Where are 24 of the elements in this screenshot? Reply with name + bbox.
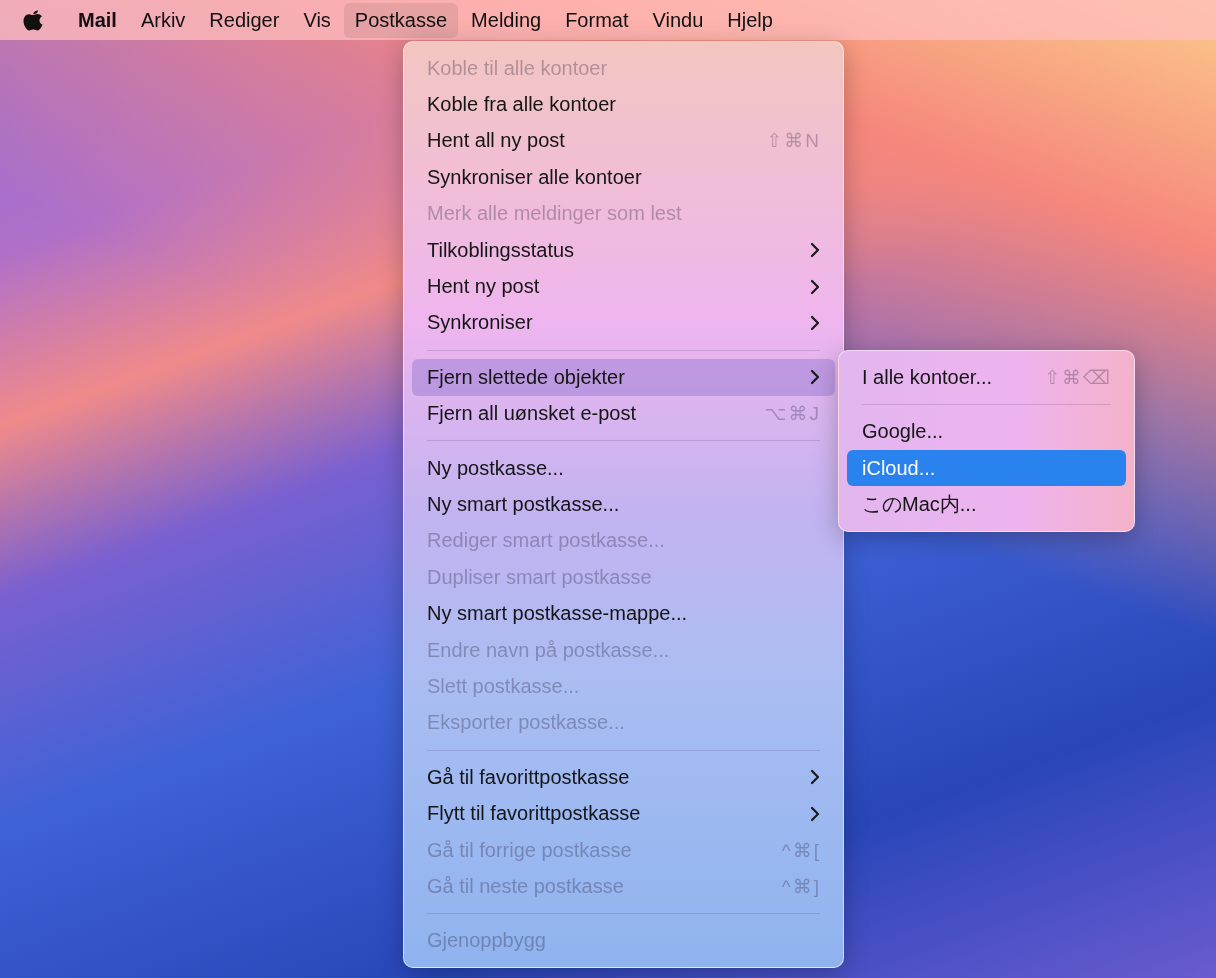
- menu-item[interactable]: Synkroniser: [412, 304, 835, 342]
- menu-item[interactable]: iCloud...: [847, 449, 1126, 487]
- menu-item[interactable]: Fjern slettede objekter: [412, 359, 835, 396]
- menu-item[interactable]: Ny postkasse...: [412, 449, 835, 487]
- menu-item[interactable]: このMac内...: [847, 486, 1126, 523]
- app-name[interactable]: Mail: [67, 2, 128, 38]
- menu-item[interactable]: Gå til favorittpostkasse: [412, 759, 835, 796]
- menu-item[interactable]: Koble fra alle kontoer: [412, 86, 835, 123]
- menu-item[interactable]: Synkroniser alle kontoer: [412, 159, 835, 196]
- menu-item[interactable]: Tilkoblingsstatus: [412, 231, 835, 269]
- menu-item[interactable]: Google...: [847, 413, 1126, 450]
- menu-item[interactable]: Flytt til favorittpostkasse: [412, 795, 835, 832]
- menu-title[interactable]: Rediger: [198, 2, 291, 38]
- menu-item[interactable]: I alle kontoer... ⇧⌘⌫: [847, 359, 1126, 396]
- menu-item[interactable]: Hent ny post: [412, 268, 835, 305]
- menu-title[interactable]: Format: [554, 2, 640, 38]
- menu-title[interactable]: Hjelp: [716, 2, 784, 38]
- menu-title[interactable]: Melding: [460, 2, 553, 38]
- menu-item[interactable]: Ny smart postkasse-mappe...: [412, 595, 835, 632]
- menu-title[interactable]: Arkiv: [129, 2, 197, 38]
- menu-item[interactable]: Ny smart postkasse...: [412, 486, 835, 523]
- menu-title[interactable]: Vis: [292, 2, 342, 38]
- menu-title[interactable]: Postkasse: [343, 2, 459, 38]
- menu-title[interactable]: Vindu: [641, 2, 715, 38]
